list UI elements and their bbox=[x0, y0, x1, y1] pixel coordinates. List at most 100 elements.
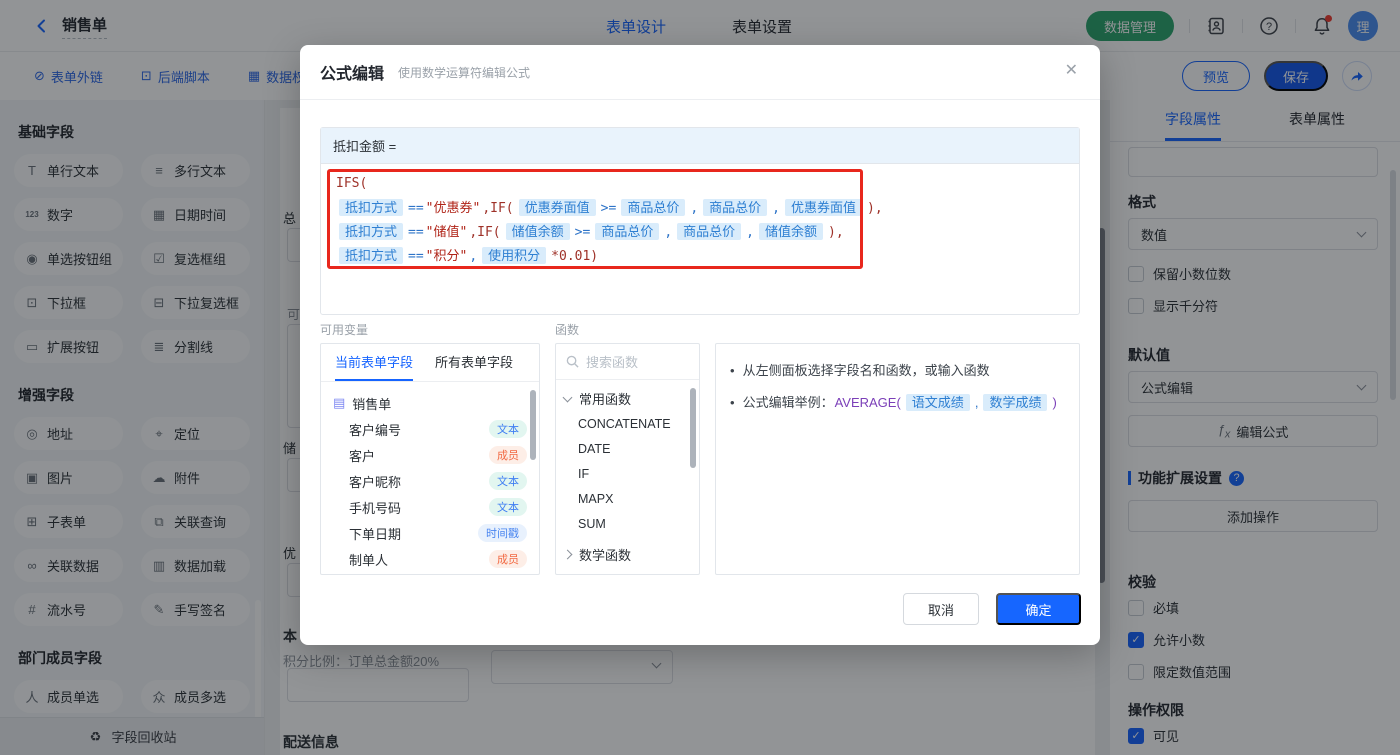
field-type-badge: 文本 bbox=[489, 472, 527, 490]
formula-line: 抵扣方式 =="储值",IF( 储值余额 >= 商品总价, 商品总价, 储值余额), bbox=[335, 220, 1065, 244]
formula-token: "积分" bbox=[426, 249, 468, 264]
field-chip[interactable]: 商品总价 bbox=[595, 223, 659, 240]
field-type-badge: 成员 bbox=[489, 446, 527, 464]
function-item[interactable]: 文本函数 bbox=[556, 573, 699, 575]
variables-label: 可用变量 bbox=[320, 321, 368, 338]
formula-edit-modal: 公式编辑 使用数学运算符编辑公式 ✕ 抵扣金额 = IFS(抵扣方式=="优惠券… bbox=[300, 45, 1100, 645]
formula-help-panel: •从左侧面板选择字段名和函数，或输入函数 • 公式编辑举例：AVERAGE(语文… bbox=[715, 343, 1080, 575]
modal-title: 公式编辑 bbox=[320, 60, 384, 84]
search-icon bbox=[566, 355, 579, 368]
formula-token: ,IF( bbox=[469, 225, 500, 240]
formula-token: , bbox=[469, 249, 477, 264]
function-item[interactable]: SUM bbox=[556, 511, 699, 536]
function-label: 常用函数 bbox=[579, 389, 631, 408]
field-chip[interactable]: 商品总价 bbox=[703, 199, 767, 216]
function-item[interactable]: MAPX bbox=[556, 486, 699, 511]
variable-row[interactable]: 下单日期时间戳 bbox=[321, 520, 539, 546]
function-item[interactable]: IF bbox=[556, 461, 699, 486]
variable-name: 下单日期 bbox=[349, 524, 478, 543]
formula-target-field: 抵扣金额 = bbox=[321, 128, 1079, 164]
formula-line: 抵扣方式 =="优惠券",IF( 优惠券面值 >= 商品总价, 商品总价, 优惠券面值), bbox=[335, 196, 1065, 220]
help-example: 公式编辑举例：AVERAGE(语文成绩,数学成绩) bbox=[743, 392, 1058, 414]
formula-token: >= bbox=[601, 201, 617, 216]
variables-panel: 当前表单字段 所有表单字段 ▤ 销售单 客户编号文本客户成员客户昵称文本手机号码… bbox=[320, 343, 540, 575]
field-type-badge: 文本 bbox=[489, 420, 527, 438]
cancel-button[interactable]: 取消 bbox=[903, 593, 979, 625]
formula-token: == bbox=[408, 249, 424, 264]
variable-name: 制单人 bbox=[349, 550, 489, 569]
formula-line: 抵扣方式 =="积分", 使用积分 *0.01) bbox=[335, 244, 1065, 268]
field-chip[interactable]: 抵扣方式 bbox=[339, 199, 403, 216]
variable-name: 手机号码 bbox=[349, 498, 489, 517]
formula-token: ), bbox=[828, 225, 844, 240]
function-label: CONCATENATE bbox=[578, 417, 671, 431]
variables-scrollbar[interactable] bbox=[530, 390, 536, 460]
field-type-badge: 时间戳 bbox=[478, 524, 527, 542]
field-chip[interactable]: 优惠券面值 bbox=[785, 199, 862, 216]
field-chip[interactable]: 抵扣方式 bbox=[339, 223, 403, 240]
close-icon[interactable]: ✕ bbox=[1065, 63, 1078, 79]
formula-token: == bbox=[408, 225, 424, 240]
formula-token: , bbox=[975, 395, 979, 410]
field-type-badge: 成员 bbox=[489, 550, 527, 568]
formula-token: "储值" bbox=[426, 225, 468, 240]
variable-name: 客户 bbox=[349, 446, 489, 465]
function-label: IF bbox=[578, 467, 589, 481]
function-label: SUM bbox=[578, 517, 606, 531]
formula-line: IFS( bbox=[335, 172, 1065, 196]
variable-row[interactable]: 手机号码文本 bbox=[321, 494, 539, 520]
function-item[interactable]: DATE bbox=[556, 436, 699, 461]
formula-token: , bbox=[772, 201, 780, 216]
functions-panel: 搜索函数 常用函数 CONCATENATE DATE IF MAPX SUM 数学函数文本函… bbox=[555, 343, 700, 575]
formula-token: *0.01) bbox=[551, 249, 598, 264]
formula-token: >= bbox=[575, 225, 591, 240]
confirm-button[interactable]: 确定 bbox=[996, 593, 1081, 625]
variable-name: 客户昵称 bbox=[349, 472, 489, 491]
chevron-right-icon bbox=[563, 550, 573, 560]
formula-token: "优惠券" bbox=[426, 201, 481, 216]
field-chip[interactable]: 储值余额 bbox=[506, 223, 570, 240]
formula-token: , bbox=[690, 201, 698, 216]
formula-token: , bbox=[746, 225, 754, 240]
search-placeholder: 搜索函数 bbox=[586, 352, 638, 371]
tab-current-form-fields[interactable]: 当前表单字段 bbox=[335, 344, 413, 381]
field-chip[interactable]: 抵扣方式 bbox=[339, 247, 403, 264]
formula-token: == bbox=[408, 201, 424, 216]
function-item[interactable]: 常用函数 bbox=[556, 386, 699, 411]
formula-editor[interactable]: IFS(抵扣方式=="优惠券",IF(优惠券面值>=商品总价,商品总价,优惠券面… bbox=[321, 164, 1079, 276]
formula-token: ) bbox=[1052, 395, 1056, 410]
function-item[interactable]: CONCATENATE bbox=[556, 411, 699, 436]
field-chip[interactable]: 优惠券面值 bbox=[519, 199, 596, 216]
function-item[interactable]: 数学函数 bbox=[556, 542, 699, 567]
modal-subtitle: 使用数学运算符编辑公式 bbox=[398, 64, 530, 81]
field-chip[interactable]: 使用积分 bbox=[482, 247, 546, 264]
field-chip: 数学成绩 bbox=[983, 394, 1047, 411]
variable-row[interactable]: 客户昵称文本 bbox=[321, 468, 539, 494]
help-tip: 从左侧面板选择字段名和函数，或输入函数 bbox=[743, 360, 990, 382]
field-chip[interactable]: 商品总价 bbox=[621, 199, 685, 216]
function-label: MAPX bbox=[578, 492, 613, 506]
formula-token: IFS( bbox=[336, 176, 367, 191]
formula-token: ), bbox=[867, 201, 883, 216]
variable-row[interactable]: 客户成员 bbox=[321, 442, 539, 468]
form-doc-icon: ▤ bbox=[333, 395, 345, 411]
form-tree-root[interactable]: ▤ 销售单 bbox=[321, 390, 539, 416]
field-chip: 语文成绩 bbox=[906, 394, 970, 411]
field-chip[interactable]: 商品总价 bbox=[677, 223, 741, 240]
function-search-input[interactable]: 搜索函数 bbox=[556, 344, 699, 380]
function-label: DATE bbox=[578, 442, 610, 456]
formula-token: , bbox=[664, 225, 672, 240]
formula-token: ,IF( bbox=[482, 201, 513, 216]
formula-editor-box: 抵扣金额 = IFS(抵扣方式=="优惠券",IF(优惠券面值>=商品总价,商品… bbox=[320, 127, 1080, 315]
functions-scrollbar[interactable] bbox=[690, 388, 696, 468]
formula-token: AVERAGE( bbox=[835, 395, 901, 410]
field-chip[interactable]: 储值余额 bbox=[759, 223, 823, 240]
chevron-down-icon bbox=[563, 392, 573, 402]
tab-all-form-fields[interactable]: 所有表单字段 bbox=[435, 344, 513, 381]
bullet: • bbox=[730, 360, 735, 382]
field-type-badge: 文本 bbox=[489, 498, 527, 516]
variable-row[interactable]: 客户编号文本 bbox=[321, 416, 539, 442]
function-label: 数学函数 bbox=[579, 545, 631, 564]
form-name: 销售单 bbox=[352, 394, 391, 413]
variable-row[interactable]: 制单人成员 bbox=[321, 546, 539, 572]
